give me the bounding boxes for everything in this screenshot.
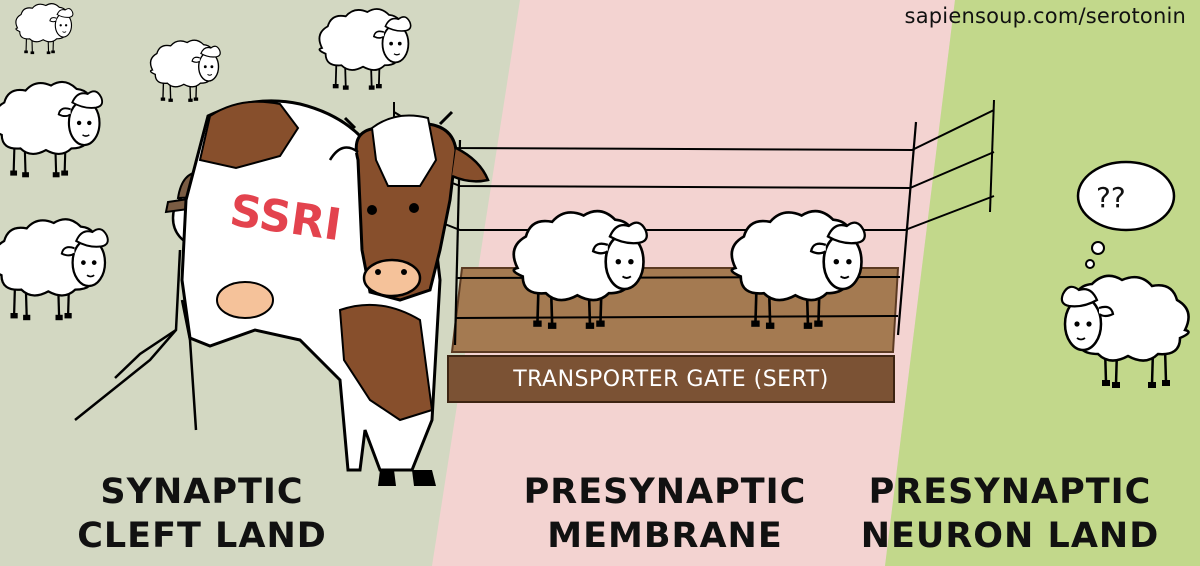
region-label-line2: CLEFT LAND	[77, 516, 327, 556]
region-label-line2: MEMBRANE	[547, 516, 783, 556]
region-label-membrane: PRESYNAPTIC MEMBRANE	[475, 470, 855, 558]
region-label-neuron: PRESYNAPTIC NEURON LAND	[820, 470, 1200, 558]
region-label-line1: PRESYNAPTIC	[868, 472, 1152, 512]
comic-panel: SSRI ?? sapiensoup.com/serotonin TRANSPO…	[0, 0, 1200, 566]
gate-label: TRANSPORTER GATE (SERT)	[513, 367, 829, 392]
region-label-line2: NEURON LAND	[860, 516, 1160, 556]
region-label-cleft: SYNAPTIC CLEFT LAND	[12, 470, 392, 558]
region-label-line1: SYNAPTIC	[100, 472, 304, 512]
region-label-line1: PRESYNAPTIC	[523, 472, 807, 512]
source-url: sapiensoup.com/serotonin	[904, 4, 1186, 28]
thought-text: ??	[1096, 181, 1126, 214]
